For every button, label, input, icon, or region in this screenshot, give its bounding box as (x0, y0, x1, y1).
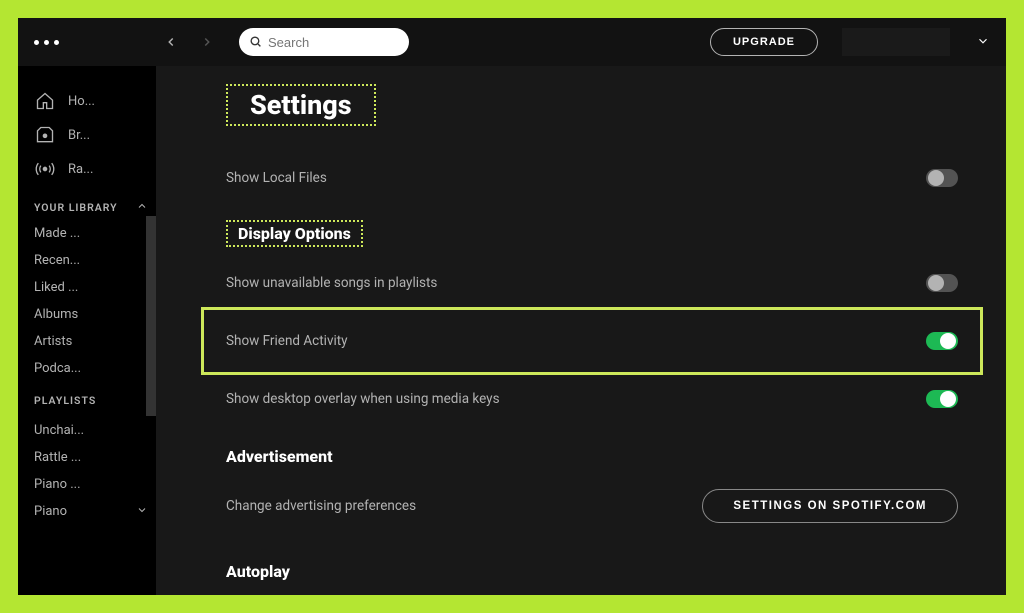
nav-browse[interactable]: Br... (34, 118, 148, 152)
setting-label: Change advertising preferences (226, 498, 416, 514)
chevron-up-icon[interactable] (136, 200, 148, 216)
playlist-item[interactable]: Piano ... (18, 471, 156, 498)
setting-desktop-overlay: Show desktop overlay when using media ke… (226, 375, 958, 423)
setting-label: Show Friend Activity (226, 333, 348, 349)
search-input[interactable] (268, 35, 444, 50)
dot-icon (44, 40, 49, 45)
nav-back-button[interactable] (159, 30, 183, 54)
setting-unavailable-songs: Show unavailable songs in playlists (226, 259, 958, 307)
nav-label: Ho... (68, 94, 95, 109)
setting-friend-activity: Show Friend Activity (226, 310, 958, 372)
library-item[interactable]: Artists (18, 328, 156, 355)
search-icon (249, 33, 262, 52)
nav-radio[interactable]: Ra... (34, 152, 148, 186)
library-item[interactable]: Liked ... (18, 274, 156, 301)
friend-activity-highlight: Show Friend Activity (201, 307, 983, 375)
dot-icon (54, 40, 59, 45)
spotify-app: UPGRADE Ho... Br... (18, 18, 1006, 595)
nav-label: Br... (68, 128, 90, 143)
section-advertisement: Advertisement (226, 447, 958, 466)
playlist-item[interactable]: Rattle ... (18, 444, 156, 471)
playlist-item[interactable]: Unchai... (18, 417, 156, 444)
radio-icon (34, 158, 56, 180)
window-controls[interactable] (34, 40, 59, 45)
setting-show-local-files: Show Local Files (226, 154, 958, 202)
display-options-highlight: Display Options (226, 220, 363, 247)
toggle-unavailable-songs[interactable] (926, 274, 958, 292)
library-header-label: YOUR LIBRARY (34, 201, 118, 215)
nav-label: Ra... (68, 162, 93, 177)
setting-label: Show desktop overlay when using media ke… (226, 391, 500, 407)
playlist-item[interactable]: Piano (18, 498, 156, 526)
spotify-com-settings-button[interactable]: SETTINGS ON SPOTIFY.COM (702, 489, 958, 523)
settings-panel: Settings Show Local Files Display Option… (156, 66, 1006, 595)
app-body: Ho... Br... Ra... YOUR LIBRARY (18, 66, 1006, 595)
sidebar: Ho... Br... Ra... YOUR LIBRARY (18, 66, 156, 595)
library-item[interactable]: Recen... (18, 247, 156, 274)
library-item[interactable]: Podca... (18, 355, 156, 382)
setting-label: Show unavailable songs in playlists (226, 275, 437, 291)
library-item[interactable]: Made ... (18, 220, 156, 247)
home-icon (34, 90, 56, 112)
nav-home[interactable]: Ho... (34, 84, 148, 118)
main-scrollbar[interactable] (995, 170, 1006, 595)
search-bar[interactable] (239, 28, 409, 56)
section-display-options: Display Options (238, 224, 351, 243)
nav-forward-button[interactable] (195, 30, 219, 54)
upgrade-button[interactable]: UPGRADE (710, 28, 818, 56)
user-menu[interactable] (842, 28, 950, 56)
setting-ad-preferences: Change advertising preferences SETTINGS … (226, 474, 958, 538)
library-item[interactable]: Albums (18, 301, 156, 328)
setting-label: Show Local Files (226, 170, 327, 186)
dot-icon (34, 40, 39, 45)
chevron-down-icon[interactable] (136, 504, 148, 520)
settings-title-highlight: Settings (226, 84, 376, 126)
library-header: YOUR LIBRARY (18, 200, 156, 216)
section-autoplay: Autoplay (226, 562, 958, 581)
toggle-friend-activity[interactable] (926, 332, 958, 350)
playlists-header: PLAYLISTS (18, 382, 156, 413)
page-title: Settings (250, 89, 352, 121)
chevron-down-icon[interactable] (976, 33, 990, 52)
toggle-desktop-overlay[interactable] (926, 390, 958, 408)
toggle-local-files[interactable] (926, 169, 958, 187)
browse-icon (34, 124, 56, 146)
topbar: UPGRADE (18, 18, 1006, 66)
